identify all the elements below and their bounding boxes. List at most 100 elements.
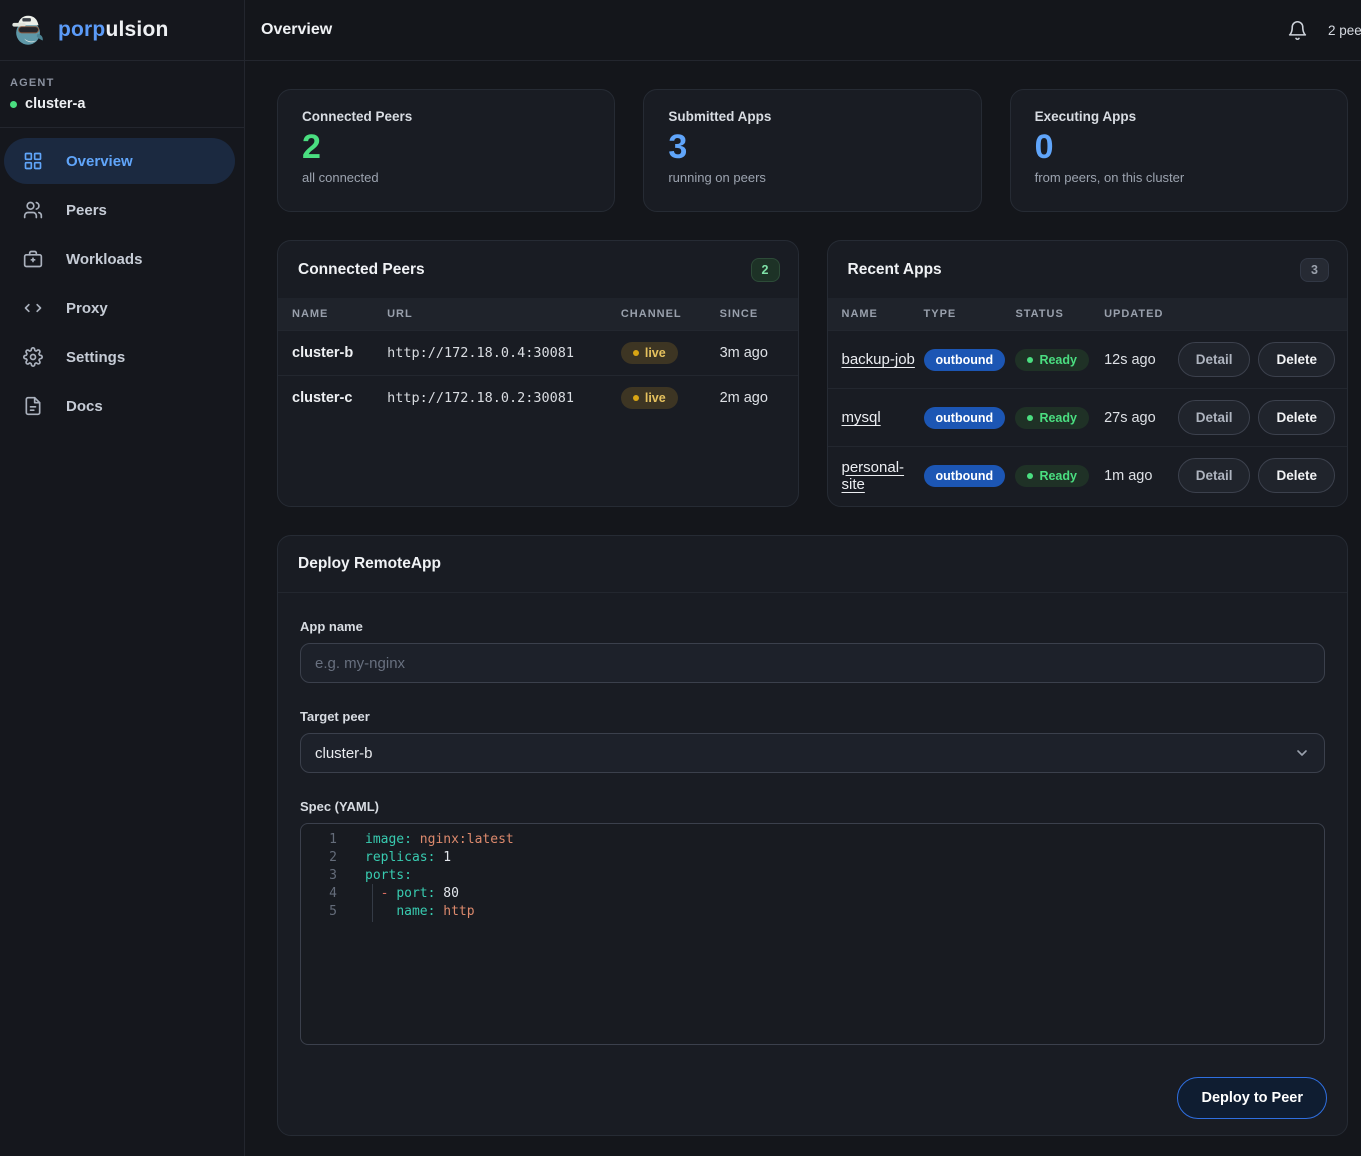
agent-section-label: AGENT [10, 77, 234, 89]
live-badge: live [621, 342, 678, 364]
app-updated: 27s ago [1104, 389, 1178, 447]
connected-peers-title: Connected Peers [298, 261, 425, 279]
sidebar-item-overview[interactable]: Overview [4, 138, 235, 184]
yaml-token: ports: [365, 868, 412, 883]
yaml-token [365, 904, 396, 919]
topbar-right: 2 peers [1287, 20, 1361, 41]
stat-caption: all connected [302, 170, 590, 185]
deploy-card-footer: Deploy to Peer [278, 1045, 1347, 1135]
yaml-line-number: 4 [301, 885, 337, 903]
target-peer-select[interactable]: cluster-b [300, 733, 1325, 773]
sidebar-nav: Overview Peers Workloads Proxy SettingsDocs [0, 128, 244, 429]
delete-button[interactable]: Delete [1258, 342, 1335, 377]
connected-peers-table: NameURLChannelSince cluster-bhttp://172.… [278, 298, 798, 420]
sidebar-item-label: Overview [66, 153, 133, 170]
stat-label: Connected Peers [302, 109, 590, 124]
peer-url-cell: http://172.18.0.4:30081 [387, 331, 621, 376]
stat-value: 0 [1035, 126, 1323, 168]
grid-icon [23, 151, 43, 171]
deploy-remoteapp-card: Deploy RemoteApp App name Target peer cl… [277, 535, 1348, 1136]
detail-button[interactable]: Detail [1178, 458, 1251, 493]
app-type-cell: outbound [924, 389, 1016, 447]
sidebar-item-label: Peers [66, 202, 107, 219]
peer-url-cell: http://172.18.0.2:30081 [387, 376, 621, 421]
connected-peers-card: Connected Peers 2 NameURLChannelSince cl… [277, 240, 799, 507]
connected-peers-card-header: Connected Peers 2 [278, 241, 798, 298]
app-name-cell: personal-site [828, 447, 924, 505]
delete-button[interactable]: Delete [1258, 400, 1335, 435]
bell-icon[interactable] [1287, 20, 1308, 41]
yaml-line-code: - port: 80 [365, 885, 459, 903]
arrows-horizontal-icon [23, 298, 43, 318]
spec-label: Spec (YAML) [300, 799, 1325, 814]
apps-column-header: Type [924, 298, 1016, 331]
yaml-token: name: [396, 904, 435, 919]
recent-apps-card-header: Recent Apps 3 [828, 241, 1348, 298]
sidebar-item-docs[interactable]: Docs [4, 383, 235, 429]
app-name-link[interactable]: mysql [842, 409, 881, 426]
spec-field-group: Spec (YAML) 1image: nginx:latest2replica… [300, 799, 1325, 1045]
live-dot [633, 395, 639, 401]
app-updated: 12s ago [1104, 331, 1178, 389]
recent-apps-card: Recent Apps 3 NameTypeStatusUpdated back… [827, 240, 1349, 507]
yaml-line: 1image: nginx:latest [301, 831, 1324, 849]
app-updated: 1m ago [1104, 447, 1178, 505]
sidebar-item-settings[interactable]: Settings [4, 334, 235, 380]
peer-url: http://172.18.0.2:30081 [387, 390, 574, 406]
users-icon [23, 200, 43, 220]
live-dot [633, 350, 639, 356]
yaml-token: http [443, 904, 474, 919]
target-peer-field-group: Target peer cluster-b [300, 709, 1325, 773]
ready-dot [1027, 415, 1033, 421]
yaml-line: 5 name: http [301, 903, 1324, 921]
connected-peers-count-badge: 2 [751, 258, 780, 282]
stat-caption: running on peers [668, 170, 956, 185]
peers-column-header: Channel [621, 298, 720, 331]
app-name-cell: mysql [828, 389, 924, 447]
app-name-link[interactable]: backup-job [842, 351, 915, 368]
app-name-label: App name [300, 619, 1325, 634]
yaml-line: 3ports: [301, 867, 1324, 885]
app-name-input[interactable] [300, 643, 1325, 683]
agent-block: AGENT cluster-a [0, 61, 244, 128]
peer-name: cluster-c [278, 376, 387, 421]
brand-name: porpulsion [58, 18, 169, 42]
yaml-token: nginx:latest [420, 832, 514, 847]
sidebar-item-proxy[interactable]: Proxy [4, 285, 235, 331]
peers-column-header: Name [278, 298, 387, 331]
yaml-line: 2replicas: 1 [301, 849, 1324, 867]
yaml-token [412, 832, 420, 847]
briefcase-icon [23, 249, 43, 269]
stat-caption: from peers, on this cluster [1035, 170, 1323, 185]
sidebar-item-label: Proxy [66, 300, 108, 317]
deploy-form-body: App name Target peer cluster-b Spec (YAM… [278, 593, 1347, 1045]
stat-value: 2 [302, 126, 590, 168]
outbound-badge: outbound [924, 407, 1006, 429]
agent-name: cluster-a [10, 96, 234, 112]
target-peer-selected-value: cluster-b [315, 745, 373, 762]
yaml-token: replicas: [365, 850, 435, 865]
ready-badge-label: Ready [1039, 411, 1077, 425]
ready-badge: Ready [1015, 349, 1089, 371]
yaml-line-code: replicas: 1 [365, 849, 451, 867]
gear-icon [23, 347, 43, 367]
sidebar-item-label: Workloads [66, 251, 142, 268]
delete-button[interactable]: Delete [1258, 458, 1335, 493]
logo-row: porpulsion [0, 0, 244, 61]
porpoise-mascot-icon [10, 11, 48, 49]
apps-column-header: Name [828, 298, 924, 331]
app-name-link[interactable]: personal-site [842, 459, 905, 493]
sidebar: porpulsion AGENT cluster-a Overview Peers… [0, 0, 245, 1156]
sidebar-item-workloads[interactable]: Workloads [4, 236, 235, 282]
sidebar-item-peers[interactable]: Peers [4, 187, 235, 233]
target-peer-label: Target peer [300, 709, 1325, 724]
detail-button[interactable]: Detail [1178, 400, 1251, 435]
deploy-to-peer-button[interactable]: Deploy to Peer [1177, 1077, 1327, 1119]
stat-card-submitted-apps: Submitted Apps3running on peers [643, 89, 981, 212]
app-actions-cell: DetailDelete [1178, 447, 1347, 505]
yaml-editor[interactable]: 1image: nginx:latest2replicas: 13ports:4… [300, 823, 1325, 1045]
detail-button[interactable]: Detail [1178, 342, 1251, 377]
yaml-token: port: [396, 886, 435, 901]
peer-since: 2m ago [720, 376, 798, 421]
yaml-line-code: ports: [365, 867, 412, 885]
